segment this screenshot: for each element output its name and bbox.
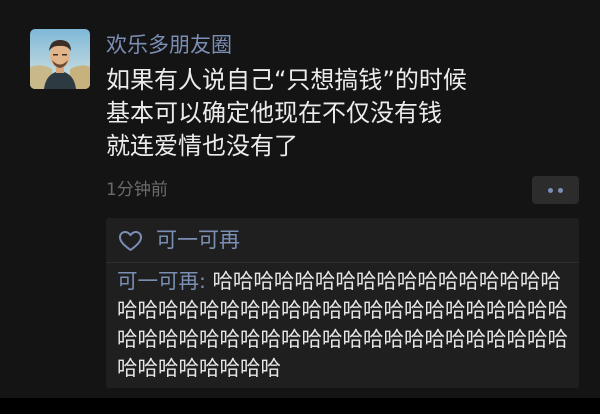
post-author-name[interactable]: 欢乐多朋友圈	[106, 30, 232, 60]
likes-row: 可一可再	[106, 218, 579, 262]
comment-separator: :	[199, 269, 213, 293]
interaction-panel: 可一可再 可一可再: 哈哈哈哈哈哈哈哈哈哈哈哈哈哈哈哈哈哈哈哈哈哈哈哈哈哈哈哈哈…	[106, 218, 579, 388]
bottom-edge	[0, 398, 600, 414]
heart-outline-icon	[119, 231, 142, 251]
post-content-line: 如果有人说自己“只想搞钱”的时候	[106, 66, 467, 94]
post-content-line: 就连爱情也没有了	[106, 132, 298, 160]
post-content-line: 基本可以确定他现在不仅没有钱	[106, 99, 442, 127]
more-actions-button[interactable]	[532, 176, 579, 204]
comment-item[interactable]: 可一可再: 哈哈哈哈哈哈哈哈哈哈哈哈哈哈哈哈哈哈哈哈哈哈哈哈哈哈哈哈哈哈哈哈哈哈…	[117, 267, 577, 383]
divider	[106, 262, 579, 263]
avatar[interactable]	[30, 29, 90, 89]
post-timestamp: 1分钟前	[106, 180, 168, 200]
liker-name[interactable]: 可一可再	[156, 224, 240, 256]
more-dots-icon	[558, 187, 563, 193]
more-dots-icon	[548, 187, 553, 193]
comment-author[interactable]: 可一可再	[117, 269, 199, 293]
avatar-image	[30, 29, 90, 89]
post-content: 如果有人说自己“只想搞钱”的时候 基本可以确定他现在不仅没有钱 就连爱情也没有了	[106, 64, 467, 163]
